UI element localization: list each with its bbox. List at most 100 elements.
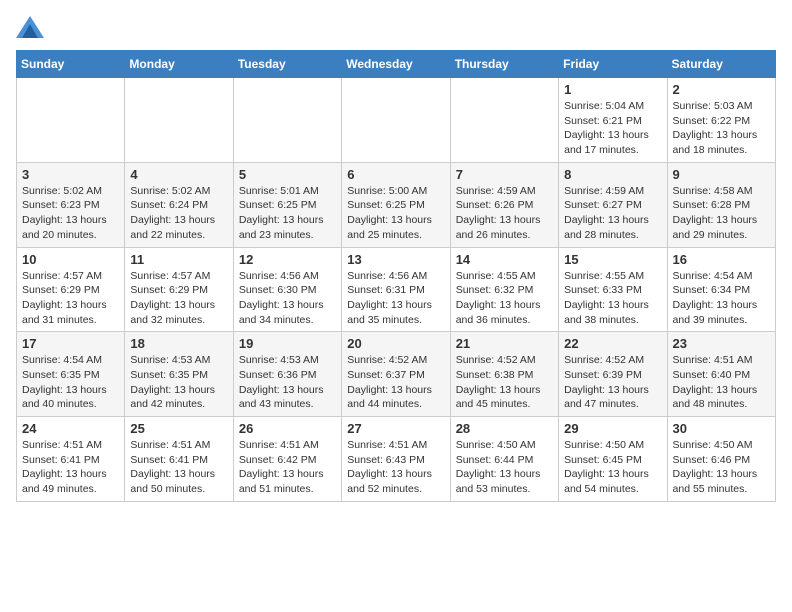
day-number: 27 [347, 421, 444, 436]
calendar-cell [125, 78, 233, 163]
day-number: 25 [130, 421, 227, 436]
day-number: 19 [239, 336, 336, 351]
header-tuesday: Tuesday [233, 51, 341, 78]
day-number: 26 [239, 421, 336, 436]
day-number: 29 [564, 421, 661, 436]
header-thursday: Thursday [450, 51, 558, 78]
day-number: 9 [673, 167, 770, 182]
day-number: 24 [22, 421, 119, 436]
day-info: Sunrise: 4:56 AMSunset: 6:30 PMDaylight:… [239, 269, 336, 328]
day-info: Sunrise: 4:52 AMSunset: 6:39 PMDaylight:… [564, 353, 661, 412]
day-info: Sunrise: 4:58 AMSunset: 6:28 PMDaylight:… [673, 184, 770, 243]
calendar-cell: 20Sunrise: 4:52 AMSunset: 6:37 PMDayligh… [342, 332, 450, 417]
day-info: Sunrise: 4:53 AMSunset: 6:36 PMDaylight:… [239, 353, 336, 412]
header-friday: Friday [559, 51, 667, 78]
day-info: Sunrise: 5:01 AMSunset: 6:25 PMDaylight:… [239, 184, 336, 243]
calendar-week-3: 10 Sunrise: 4:57 AMSunset: 6:29 PMDayligh… [17, 247, 776, 332]
logo-icon [16, 16, 44, 38]
day-number: 17 [22, 336, 119, 351]
calendar-cell: 26 Sunrise: 4:51 AMSunset: 6:42 PMDayligh… [233, 417, 341, 502]
calendar-cell: 27 Sunrise: 4:51 AMSunset: 6:43 PMDayligh… [342, 417, 450, 502]
day-number: 8 [564, 167, 661, 182]
header-saturday: Saturday [667, 51, 775, 78]
calendar-table: SundayMondayTuesdayWednesdayThursdayFrid… [16, 50, 776, 502]
calendar-cell [233, 78, 341, 163]
day-info: Sunrise: 5:02 AMSunset: 6:23 PMDaylight:… [22, 184, 119, 243]
calendar-cell: 24 Sunrise: 4:51 AMSunset: 6:41 PMDayligh… [17, 417, 125, 502]
day-info: Sunrise: 4:50 AMSunset: 6:46 PMDaylight:… [673, 438, 770, 497]
calendar-cell: 25Sunrise: 4:51 AMSunset: 6:41 PMDayligh… [125, 417, 233, 502]
calendar-cell: 23 Sunrise: 4:51 AMSunset: 6:40 PMDayligh… [667, 332, 775, 417]
calendar-cell: 21 Sunrise: 4:52 AMSunset: 6:38 PMDayligh… [450, 332, 558, 417]
day-number: 4 [130, 167, 227, 182]
day-number: 21 [456, 336, 553, 351]
calendar-cell: 4 Sunrise: 5:02 AMSunset: 6:24 PMDaylight… [125, 162, 233, 247]
day-info: Sunrise: 4:50 AMSunset: 6:45 PMDaylight:… [564, 438, 661, 497]
calendar-cell: 6 Sunrise: 5:00 AMSunset: 6:25 PMDaylight… [342, 162, 450, 247]
day-info: Sunrise: 4:53 AMSunset: 6:35 PMDaylight:… [130, 353, 227, 412]
calendar-cell [450, 78, 558, 163]
day-number: 6 [347, 167, 444, 182]
calendar-cell [17, 78, 125, 163]
calendar-cell: 18 Sunrise: 4:53 AMSunset: 6:35 PMDayligh… [125, 332, 233, 417]
day-info: Sunrise: 4:51 AMSunset: 6:40 PMDaylight:… [673, 353, 770, 412]
day-info: Sunrise: 4:55 AMSunset: 6:32 PMDaylight:… [456, 269, 553, 328]
calendar-cell: 10 Sunrise: 4:57 AMSunset: 6:29 PMDayligh… [17, 247, 125, 332]
day-number: 12 [239, 252, 336, 267]
day-number: 16 [673, 252, 770, 267]
logo [16, 16, 48, 38]
day-number: 15 [564, 252, 661, 267]
day-info: Sunrise: 4:56 AMSunset: 6:31 PMDaylight:… [347, 269, 444, 328]
calendar-cell: 8 Sunrise: 4:59 AMSunset: 6:27 PMDaylight… [559, 162, 667, 247]
day-number: 13 [347, 252, 444, 267]
day-info: Sunrise: 4:52 AMSunset: 6:38 PMDaylight:… [456, 353, 553, 412]
day-number: 14 [456, 252, 553, 267]
day-info: Sunrise: 5:02 AMSunset: 6:24 PMDaylight:… [130, 184, 227, 243]
calendar-week-2: 3 Sunrise: 5:02 AMSunset: 6:23 PMDaylight… [17, 162, 776, 247]
day-number: 18 [130, 336, 227, 351]
day-info: Sunrise: 4:51 AMSunset: 6:43 PMDaylight:… [347, 438, 444, 497]
day-info: Sunrise: 5:00 AMSunset: 6:25 PMDaylight:… [347, 184, 444, 243]
calendar-week-5: 24 Sunrise: 4:51 AMSunset: 6:41 PMDayligh… [17, 417, 776, 502]
calendar-cell: 17 Sunrise: 4:54 AMSunset: 6:35 PMDayligh… [17, 332, 125, 417]
calendar-cell: 14 Sunrise: 4:55 AMSunset: 6:32 PMDayligh… [450, 247, 558, 332]
calendar-cell: 30 Sunrise: 4:50 AMSunset: 6:46 PMDayligh… [667, 417, 775, 502]
day-info: Sunrise: 4:50 AMSunset: 6:44 PMDaylight:… [456, 438, 553, 497]
page-header [16, 16, 776, 38]
calendar-cell: 15 Sunrise: 4:55 AMSunset: 6:33 PMDayligh… [559, 247, 667, 332]
calendar-cell: 22Sunrise: 4:52 AMSunset: 6:39 PMDayligh… [559, 332, 667, 417]
header-wednesday: Wednesday [342, 51, 450, 78]
day-number: 3 [22, 167, 119, 182]
day-info: Sunrise: 4:51 AMSunset: 6:42 PMDaylight:… [239, 438, 336, 497]
day-info: Sunrise: 4:57 AMSunset: 6:29 PMDaylight:… [130, 269, 227, 328]
calendar-cell: 13 Sunrise: 4:56 AMSunset: 6:31 PMDayligh… [342, 247, 450, 332]
header-sunday: Sunday [17, 51, 125, 78]
day-number: 7 [456, 167, 553, 182]
calendar-cell: 2 Sunrise: 5:03 AMSunset: 6:22 PMDaylight… [667, 78, 775, 163]
day-number: 28 [456, 421, 553, 436]
calendar-cell: 1Sunrise: 5:04 AMSunset: 6:21 PMDaylight… [559, 78, 667, 163]
calendar-cell: 7Sunrise: 4:59 AMSunset: 6:26 PMDaylight… [450, 162, 558, 247]
day-info: Sunrise: 4:54 AMSunset: 6:34 PMDaylight:… [673, 269, 770, 328]
calendar-cell: 3 Sunrise: 5:02 AMSunset: 6:23 PMDaylight… [17, 162, 125, 247]
calendar-cell [342, 78, 450, 163]
calendar-cell: 19 Sunrise: 4:53 AMSunset: 6:36 PMDayligh… [233, 332, 341, 417]
day-number: 23 [673, 336, 770, 351]
day-number: 11 [130, 252, 227, 267]
day-info: Sunrise: 4:51 AMSunset: 6:41 PMDaylight:… [22, 438, 119, 497]
calendar-cell: 12 Sunrise: 4:56 AMSunset: 6:30 PMDayligh… [233, 247, 341, 332]
calendar-header-row: SundayMondayTuesdayWednesdayThursdayFrid… [17, 51, 776, 78]
calendar-cell: 28 Sunrise: 4:50 AMSunset: 6:44 PMDayligh… [450, 417, 558, 502]
calendar-cell: 29 Sunrise: 4:50 AMSunset: 6:45 PMDayligh… [559, 417, 667, 502]
day-info: Sunrise: 4:54 AMSunset: 6:35 PMDaylight:… [22, 353, 119, 412]
calendar-week-4: 17 Sunrise: 4:54 AMSunset: 6:35 PMDayligh… [17, 332, 776, 417]
header-monday: Monday [125, 51, 233, 78]
day-number: 30 [673, 421, 770, 436]
day-number: 2 [673, 82, 770, 97]
day-info: Sunrise: 4:57 AMSunset: 6:29 PMDaylight:… [22, 269, 119, 328]
day-info: Sunrise: 5:03 AMSunset: 6:22 PMDaylight:… [673, 99, 770, 158]
day-info: Sunrise: 4:55 AMSunset: 6:33 PMDaylight:… [564, 269, 661, 328]
day-number: 10 [22, 252, 119, 267]
day-info: Sunrise: 4:59 AMSunset: 6:27 PMDaylight:… [564, 184, 661, 243]
calendar-cell: 9 Sunrise: 4:58 AMSunset: 6:28 PMDaylight… [667, 162, 775, 247]
